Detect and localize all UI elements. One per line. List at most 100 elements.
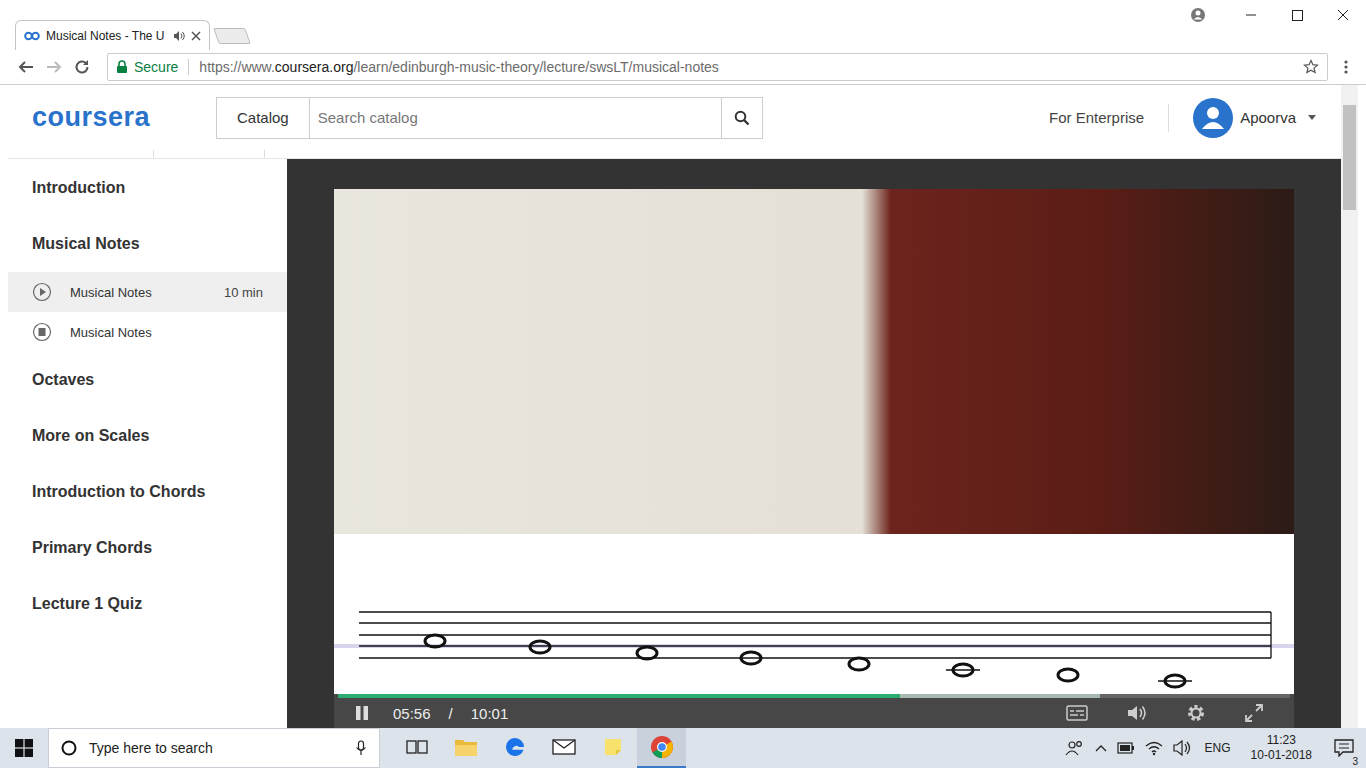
menu-dots-icon[interactable] [1338, 58, 1354, 76]
taskbar-app[interactable] [588, 728, 637, 768]
course-body: IntroductionMusical NotesMusical Notes10… [8, 159, 1341, 728]
sidebar-section[interactable]: Lecture 1 Quiz [8, 576, 287, 632]
action-center[interactable]: 3 [1328, 739, 1360, 757]
scrollbar-thumb[interactable] [1343, 105, 1356, 210]
close-window-icon[interactable] [1320, 0, 1366, 30]
item-label: Musical Notes [70, 325, 263, 340]
coursera-logo[interactable]: coursera [32, 102, 216, 133]
total-time: 10:01 [471, 705, 509, 722]
taskbar-app[interactable] [539, 728, 588, 768]
sidebar-section[interactable]: Musical Notes [8, 216, 287, 272]
close-tab-icon[interactable] [191, 31, 201, 41]
secure-label: Secure [134, 59, 178, 75]
task-view-icon [406, 738, 428, 756]
maximize-icon[interactable] [1274, 0, 1320, 30]
lock-icon [116, 60, 128, 74]
progress-bar[interactable] [338, 694, 1290, 698]
site-header: courseraCatalogSearch catalog For Enterpr… [8, 85, 1341, 150]
video-player[interactable]: 05:56/10:01 [334, 189, 1294, 728]
sticky-notes-icon [603, 737, 623, 757]
page-content: courseraCatalogSearch catalog For Enterpr… [8, 85, 1341, 728]
wifi-icon[interactable] [1145, 740, 1163, 756]
user-menu[interactable]: Apoorva [1193, 98, 1317, 138]
language-indicator[interactable]: ENG [1205, 741, 1231, 755]
taskbar-app[interactable] [392, 728, 441, 768]
windows-logo-icon [15, 739, 33, 757]
sidebar-section[interactable]: Introduction [8, 160, 287, 216]
speaker-icon[interactable] [173, 30, 185, 42]
minimize-icon[interactable] [1228, 0, 1274, 30]
taskbar-search[interactable]: Type here to search [48, 728, 380, 768]
start-button[interactable] [0, 728, 48, 768]
browser-window: Musical Notes - The U Securehttps://www.c… [0, 0, 1366, 728]
volume-icon[interactable] [1126, 704, 1148, 722]
browser-toolbar: Securehttps://www.coursera.org/learn/edi… [0, 50, 1366, 85]
search-placeholder: Type here to search [89, 740, 343, 756]
search-button[interactable] [722, 97, 763, 139]
back-arrow-icon[interactable] [17, 58, 35, 76]
microphone-icon[interactable] [355, 740, 367, 756]
reload-icon[interactable] [73, 58, 91, 76]
profile-icon[interactable] [1190, 7, 1206, 23]
sidebar-section[interactable]: Octaves [8, 352, 287, 408]
taskbar: Type here to search ENG 11:2310-01-2018 3 [0, 728, 1366, 768]
sidebar-section[interactable]: Introduction to Chords [8, 464, 287, 520]
separator [188, 59, 189, 75]
web-page: courseraCatalogSearch catalog For Enterpr… [0, 85, 1366, 728]
item-label: Musical Notes [70, 285, 206, 300]
avatar-icon [1193, 98, 1233, 138]
search-input[interactable]: Search catalog [310, 97, 722, 139]
sub-nav-strip [8, 150, 1341, 159]
tab-title: Musical Notes - The U [46, 29, 167, 43]
coursera-favicon-icon [24, 31, 40, 41]
scrollbar[interactable] [1341, 85, 1358, 728]
settings-gear-icon[interactable] [1186, 703, 1206, 723]
mail-icon [552, 738, 576, 756]
item-duration: 10 min [224, 285, 263, 300]
taskbar-app[interactable] [637, 728, 686, 768]
taskbar-app[interactable] [441, 728, 490, 768]
tab-strip: Musical Notes - The U [0, 0, 1366, 50]
file-explorer-icon [454, 737, 478, 757]
window-controls [1190, 0, 1366, 50]
battery-icon[interactable] [1117, 742, 1135, 754]
sidebar-section[interactable]: More on Scales [8, 408, 287, 464]
sidebar: IntroductionMusical NotesMusical Notes10… [8, 159, 287, 728]
notification-badge: 3 [1350, 756, 1360, 767]
people-icon[interactable] [1065, 739, 1085, 757]
video-area: 05:56/10:01 [287, 159, 1341, 728]
user-name: Apoorva [1240, 109, 1296, 126]
browser-tab[interactable]: Musical Notes - The U [15, 20, 210, 50]
star-icon[interactable] [1303, 59, 1319, 75]
staff-overlay [334, 534, 1294, 694]
magnifier-icon [734, 110, 750, 126]
enterprise-link[interactable]: For Enterprise [1049, 109, 1144, 126]
caret-down-icon [1307, 115, 1317, 121]
divider [1168, 104, 1169, 132]
edge-icon [504, 736, 526, 758]
taskbar-app[interactable] [490, 728, 539, 768]
elapsed-time: 05:56 [393, 705, 431, 722]
speaker-tray-icon[interactable] [1173, 740, 1191, 756]
captions-icon[interactable] [1066, 705, 1088, 721]
fullscreen-icon[interactable] [1244, 703, 1264, 723]
progress-fill [338, 694, 900, 698]
video-frame [334, 189, 1294, 534]
pause-icon[interactable] [353, 704, 371, 722]
clock-time: 11:23 [1267, 733, 1296, 748]
catalog-button[interactable]: Catalog [216, 97, 310, 139]
address-bar[interactable]: Securehttps://www.coursera.org/learn/edi… [107, 53, 1328, 81]
new-tab-button[interactable] [213, 28, 251, 44]
reading-icon [32, 322, 52, 342]
control-row: 05:56/10:01 [334, 698, 1294, 728]
video-controls: 05:56/10:01 [334, 694, 1294, 728]
forward-arrow-icon[interactable] [45, 58, 63, 76]
sidebar-item[interactable]: Musical Notes [8, 312, 287, 352]
sidebar-section[interactable]: Primary Chords [8, 520, 287, 576]
clock[interactable]: 11:2310-01-2018 [1251, 733, 1312, 763]
sidebar-item[interactable]: Musical Notes 10 min [8, 272, 287, 312]
clock-date: 10-01-2018 [1251, 748, 1312, 763]
chevron-up-icon[interactable] [1095, 743, 1107, 753]
notification-icon [1334, 739, 1354, 757]
tabs: Musical Notes - The U [15, 0, 248, 50]
